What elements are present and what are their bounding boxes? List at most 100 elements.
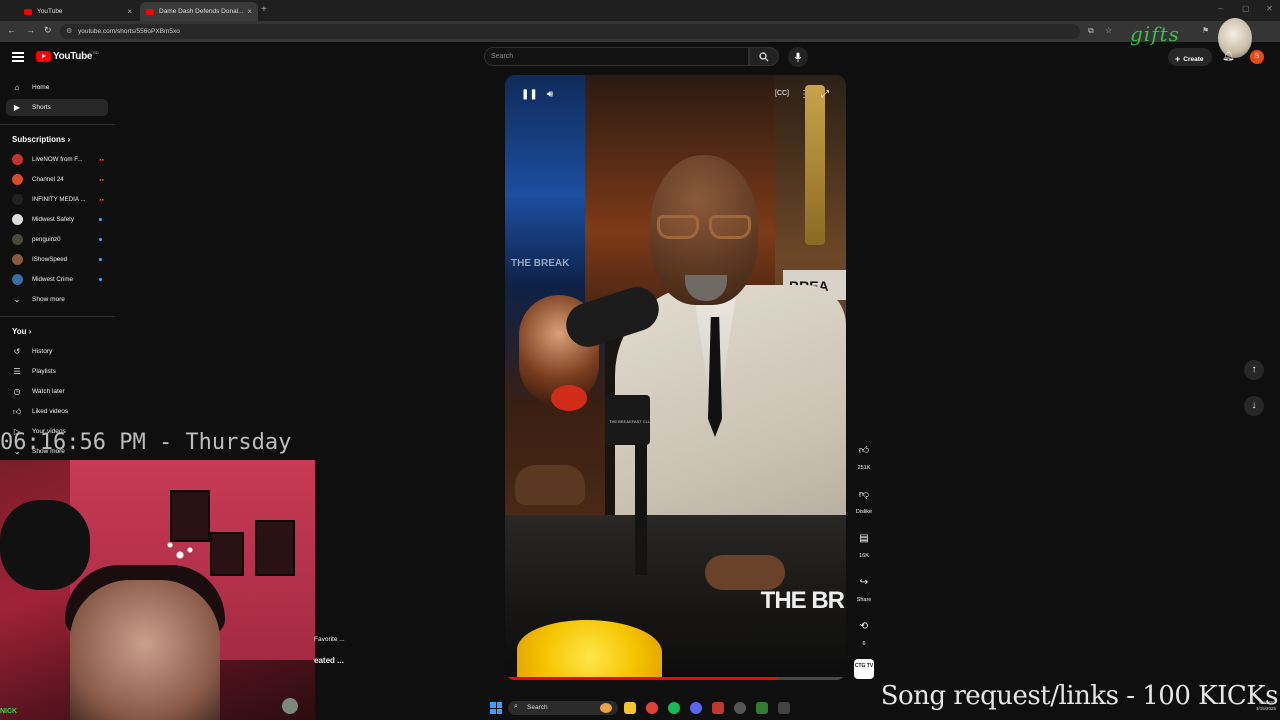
close-tab-icon[interactable]: × bbox=[247, 7, 252, 16]
tab-title: Dame Dash Defends Donal... bbox=[159, 8, 244, 15]
wall-poster bbox=[255, 520, 295, 576]
sidebar-item-liked-videos[interactable]: 👍︎ Liked videos bbox=[6, 403, 108, 420]
menu-icon[interactable] bbox=[12, 52, 24, 62]
arrow-down-icon: ↓ bbox=[1251, 400, 1257, 411]
sidebar-item-subscription[interactable]: INFINITY MEDIA ... ●● bbox=[6, 191, 108, 207]
shorts-video-player[interactable]: THE BREAK BREA THE BREAKFAST CLUB THE BR… bbox=[505, 75, 846, 680]
forward-icon[interactable]: → bbox=[26, 25, 35, 35]
sidebar-item-subscription[interactable]: LiveNOW from F... ●● bbox=[6, 151, 108, 167]
sidebar-item-label: Liked videos bbox=[32, 408, 69, 415]
video-watermark: THE BR bbox=[760, 587, 845, 614]
playlists-icon: ☰ bbox=[13, 367, 21, 376]
browser-tab-active[interactable]: Dame Dash Defends Donal... × bbox=[140, 2, 258, 21]
speaker-glasses bbox=[655, 215, 755, 241]
chrome-icon[interactable] bbox=[646, 702, 658, 714]
thumbs-down-icon: 👎︎ bbox=[858, 489, 870, 500]
search-input[interactable]: Search bbox=[484, 47, 749, 66]
channel-avatar bbox=[12, 153, 23, 165]
sidebar-item-shorts[interactable]: ▶ Shorts bbox=[6, 99, 108, 116]
comments-button[interactable]: ▤ 16K bbox=[852, 529, 876, 559]
fullscreen-icon[interactable]: ⤢ bbox=[821, 89, 829, 100]
trophy bbox=[805, 85, 825, 245]
sidebar-item-subscription[interactable]: penguinz0 bbox=[6, 231, 108, 247]
avatar[interactable]: S bbox=[1250, 50, 1264, 64]
file-explorer-icon[interactable] bbox=[624, 702, 636, 714]
address-bar-row: ← → ↻ ⚙ youtube.com/shorts/556oPXBm5xo ⧉… bbox=[0, 21, 1280, 42]
subscriptions-heading[interactable]: Subscriptions › bbox=[12, 135, 70, 144]
sidebar-item-playlists[interactable]: ☰ Playlists bbox=[6, 363, 108, 380]
previous-short-button[interactable]: ↑ bbox=[1244, 360, 1264, 380]
dislike-button[interactable]: 👎︎ Dislike bbox=[852, 485, 876, 515]
discord-icon[interactable] bbox=[690, 702, 702, 714]
close-tab-icon[interactable]: × bbox=[127, 7, 132, 16]
sidebar-item-home[interactable]: ⌂ Home bbox=[6, 79, 108, 96]
webcam-overlay bbox=[0, 460, 315, 720]
more-options-icon[interactable]: ⋮ bbox=[799, 89, 809, 100]
floating-app-icon[interactable] bbox=[282, 698, 298, 714]
sidebar-divider bbox=[0, 316, 115, 317]
channel-name: Midwest Safety bbox=[32, 215, 74, 223]
youtube-favicon-icon bbox=[146, 8, 154, 15]
url-field[interactable]: ⚙ youtube.com/shorts/556oPXBm5xo bbox=[60, 24, 1080, 39]
minimize-icon[interactable]: – bbox=[1218, 4, 1222, 13]
channel-name: LiveNOW from F... bbox=[32, 155, 83, 163]
subscriptions-heading-label: Subscriptions bbox=[12, 135, 66, 144]
captions-icon[interactable]: [CC] bbox=[775, 90, 789, 97]
site-info-icon[interactable]: ⚙ bbox=[66, 27, 72, 35]
you-heading[interactable]: You › bbox=[12, 327, 31, 336]
taskbar-search[interactable]: ⌕ Search bbox=[508, 701, 618, 715]
shorts-icon: ▶ bbox=[13, 103, 21, 112]
spotify-icon[interactable] bbox=[668, 702, 680, 714]
show-more-button[interactable]: ⌄ Show more bbox=[6, 291, 108, 308]
install-app-icon[interactable]: ⧉ bbox=[1088, 26, 1094, 36]
app-icon[interactable] bbox=[756, 702, 768, 714]
sidebar-item-label: Watch later bbox=[32, 388, 65, 395]
taskbar-date: 1/15/2026 bbox=[1255, 706, 1276, 711]
search-button[interactable] bbox=[749, 47, 779, 66]
sidebar-item-subscription[interactable]: Channel 24 ●● bbox=[6, 171, 108, 187]
create-button[interactable]: + Create bbox=[1168, 48, 1212, 66]
extensions-icon[interactable]: ⚑ bbox=[1202, 26, 1209, 35]
sidebar-item-subscription[interactable]: IShowSpeed bbox=[6, 251, 108, 267]
pause-icon[interactable]: ❚❚ bbox=[521, 89, 538, 100]
sidebar-item-subscription[interactable]: Midwest Safety bbox=[6, 211, 108, 227]
windows-start-icon[interactable] bbox=[490, 702, 502, 714]
sidebar-divider bbox=[0, 124, 115, 125]
stream-clock: 06:16:56 PM - Thursday bbox=[0, 430, 292, 455]
country-code: BD bbox=[93, 50, 99, 55]
close-window-icon[interactable]: ✕ bbox=[1266, 4, 1273, 13]
taskbar-clock[interactable]: 6:16 PM 1/15/2026 bbox=[1240, 700, 1276, 712]
video-progress-bar[interactable] bbox=[505, 677, 846, 680]
reload-icon[interactable]: ↻ bbox=[44, 25, 52, 36]
volume-icon[interactable]: 🔊︎ bbox=[547, 89, 553, 100]
maximize-icon[interactable]: ▢ bbox=[1242, 4, 1250, 13]
new-content-dot-icon bbox=[99, 237, 102, 241]
like-count: 251K bbox=[857, 465, 871, 471]
channel-name: penguinz0 bbox=[32, 235, 61, 243]
app-icon[interactable] bbox=[778, 702, 790, 714]
browser-tab-youtube[interactable]: YouTube × bbox=[18, 2, 138, 21]
new-tab-button[interactable]: + bbox=[261, 4, 267, 15]
share-button[interactable]: ↪ Share bbox=[852, 573, 876, 603]
voice-search-button[interactable] bbox=[788, 47, 808, 67]
channel-name: IShowSpeed bbox=[32, 255, 68, 263]
sidebar-item-history[interactable]: ↺ History bbox=[6, 343, 108, 360]
bookmark-star-icon[interactable]: ☆ bbox=[1105, 26, 1112, 35]
remix-button[interactable]: ⟲ 6 bbox=[852, 617, 876, 647]
sidebar-item-watch-later[interactable]: ◷ Watch later bbox=[6, 383, 108, 400]
back-icon[interactable]: ← bbox=[7, 25, 16, 35]
channel-avatar bbox=[12, 233, 23, 245]
settings-icon[interactable] bbox=[734, 702, 746, 714]
like-button[interactable]: 👍︎ 251K bbox=[852, 441, 876, 471]
tab-title: YouTube bbox=[37, 8, 63, 15]
sidebar-item-subscription[interactable]: Midwest Crime bbox=[6, 271, 108, 287]
next-short-button[interactable]: ↓ bbox=[1244, 396, 1264, 416]
app-icon[interactable] bbox=[712, 702, 724, 714]
channel-avatar-badge[interactable]: CTG TV bbox=[854, 659, 874, 679]
notifications-bell-icon[interactable]: 🔔︎ bbox=[1222, 51, 1235, 62]
streamer-face bbox=[70, 580, 220, 720]
streamer-name-tag: NICK bbox=[0, 708, 18, 715]
youtube-logo[interactable]: YouTube BD bbox=[36, 50, 99, 62]
remix-icon: ⟲ bbox=[859, 621, 869, 632]
channel-avatar bbox=[12, 173, 23, 185]
